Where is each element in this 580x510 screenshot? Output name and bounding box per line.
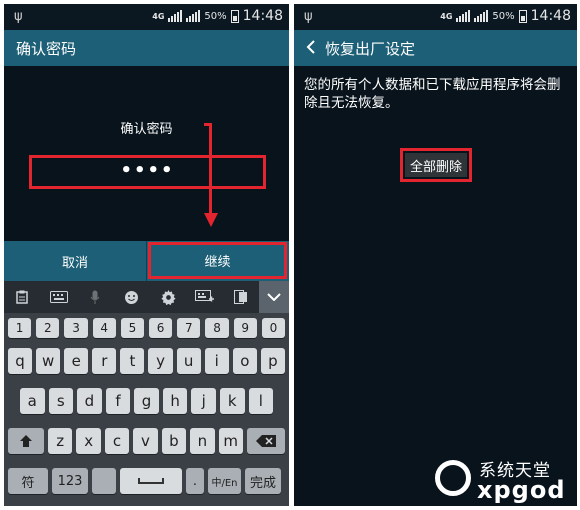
button-bar: 取消 继续 <box>4 241 289 281</box>
signal-icon <box>168 10 183 22</box>
signal-icon <box>456 10 471 22</box>
key-w[interactable]: w <box>36 348 61 374</box>
signal-icon <box>474 10 489 22</box>
language-key[interactable]: 中/En <box>208 468 241 494</box>
battery-icon <box>518 9 527 23</box>
keyboard-icon[interactable] <box>40 281 76 313</box>
space-key[interactable] <box>120 468 182 494</box>
password-input[interactable]: •••• <box>29 155 266 189</box>
key-k[interactable]: k <box>219 388 245 414</box>
key-m[interactable]: m <box>218 428 243 454</box>
key-a[interactable]: a <box>20 388 45 414</box>
red-arrow-annotation <box>204 123 218 238</box>
status-bar: ψ 4G 50% 14:48 <box>4 4 289 30</box>
reset-warning-text: 您的所有个人数据和已下载应用程序将会删除且无法恢复。 <box>304 77 561 111</box>
backspace-key[interactable] <box>247 428 285 454</box>
page-title: 恢复出厂设定 <box>325 39 416 58</box>
confirm-password-screen: ψ 4G 50% 14:48 确认密码 确认密码 •••• 取消 继续 1 2 … <box>4 4 289 506</box>
clock: 14:48 <box>530 8 571 24</box>
action-bar[interactable]: 恢复出厂设定 <box>294 30 577 66</box>
key-5[interactable]: 5 <box>120 318 145 338</box>
watermark-en: xpgod <box>477 476 566 504</box>
chevron-down-icon[interactable] <box>259 281 289 313</box>
key-u[interactable]: u <box>176 348 201 374</box>
key-0[interactable]: 0 <box>261 318 286 338</box>
key-b[interactable]: b <box>161 428 187 454</box>
number-row: 1234567890 <box>8 318 286 338</box>
letter-row-2: asdfghjkl <box>8 388 285 414</box>
battery-percent: 50% <box>204 10 227 22</box>
key-g[interactable]: g <box>134 388 159 414</box>
key-n[interactable]: n <box>190 428 215 454</box>
delete-all-button[interactable]: 全部删除 <box>405 153 467 177</box>
usb-icon: ψ <box>304 9 313 24</box>
microphone-icon[interactable] <box>77 281 113 313</box>
key-p[interactable]: p <box>260 348 285 374</box>
comma-key[interactable] <box>92 468 116 494</box>
key-1[interactable]: 1 <box>8 318 32 338</box>
action-bar: 确认密码 <box>4 30 289 66</box>
key-6[interactable]: 6 <box>149 318 173 338</box>
key-y[interactable]: y <box>148 348 173 374</box>
key-9[interactable]: 9 <box>233 318 257 338</box>
key-x[interactable]: x <box>76 428 101 454</box>
key-t[interactable]: t <box>120 348 145 374</box>
usb-icon: ψ <box>14 9 23 24</box>
reset-content: 您的所有个人数据和已下载应用程序将会删除且无法恢复。 全部删除 <box>294 66 577 506</box>
watermark-logo: 系统天堂 xpgod <box>431 454 577 506</box>
key-q[interactable]: q <box>8 348 33 374</box>
letter-row-1: qwertyuiop <box>8 348 285 374</box>
bottom-row: 符 123 . 中/En 完成 <box>8 468 285 494</box>
key-i[interactable]: i <box>204 348 229 374</box>
key-f[interactable]: f <box>105 388 131 414</box>
settings-icon[interactable] <box>150 281 186 313</box>
network-type: 4G <box>440 11 453 21</box>
key-v[interactable]: v <box>133 428 158 454</box>
key-h[interactable]: h <box>162 388 188 414</box>
key-o[interactable]: o <box>232 348 257 374</box>
clipboard-icon[interactable] <box>4 281 40 313</box>
status-bar: ψ 4G 50% 14:48 <box>294 4 577 30</box>
key-d[interactable]: d <box>77 388 102 414</box>
done-key[interactable]: 完成 <box>245 468 281 494</box>
password-area: 确认密码 •••• <box>4 66 289 241</box>
key-z[interactable]: z <box>48 428 73 454</box>
clock: 14:48 <box>242 8 283 24</box>
key-s[interactable]: s <box>48 388 74 414</box>
key-2[interactable]: 2 <box>36 318 60 338</box>
factory-reset-screen: ψ 4G 50% 14:48 恢复出厂设定 您的所有个人数据和已下载应用程序将会… <box>294 4 577 506</box>
key-c[interactable]: c <box>104 428 130 454</box>
battery-icon <box>230 9 239 23</box>
back-icon[interactable] <box>306 39 315 58</box>
confirm-password-label: 确认密码 <box>120 122 173 137</box>
period-key[interactable]: . <box>186 468 204 494</box>
key-3[interactable]: 3 <box>64 318 88 338</box>
cancel-button[interactable]: 取消 <box>4 241 147 281</box>
emoji-icon[interactable] <box>113 281 149 313</box>
letter-row-3: zxcvbnm <box>8 428 285 454</box>
key-l[interactable]: l <box>248 388 274 414</box>
delete-all-highlight: 全部删除 <box>400 148 472 182</box>
space-icon <box>138 478 164 484</box>
key-j[interactable]: j <box>191 388 216 414</box>
key-8[interactable]: 8 <box>205 318 229 338</box>
one-hand-icon[interactable] <box>223 281 259 313</box>
logo-icon <box>435 460 471 496</box>
numbers-key[interactable]: 123 <box>52 468 88 494</box>
continue-button[interactable]: 继续 <box>148 242 287 279</box>
key-7[interactable]: 7 <box>177 318 201 338</box>
symbols-key[interactable]: 符 <box>8 468 48 494</box>
keyboard-toolbar <box>4 281 289 313</box>
keyboard-resize-icon[interactable] <box>186 281 222 313</box>
keyboard: 1234567890 qwertyuiop asdfghjkl zxcvbnm … <box>4 313 289 506</box>
shift-key[interactable] <box>8 428 44 454</box>
key-4[interactable]: 4 <box>92 318 116 338</box>
battery-percent: 50% <box>492 10 515 22</box>
network-type: 4G <box>152 11 165 21</box>
signal-icon <box>186 10 201 22</box>
key-e[interactable]: e <box>64 348 89 374</box>
key-r[interactable]: r <box>92 348 117 374</box>
page-title: 确认密码 <box>16 39 77 58</box>
